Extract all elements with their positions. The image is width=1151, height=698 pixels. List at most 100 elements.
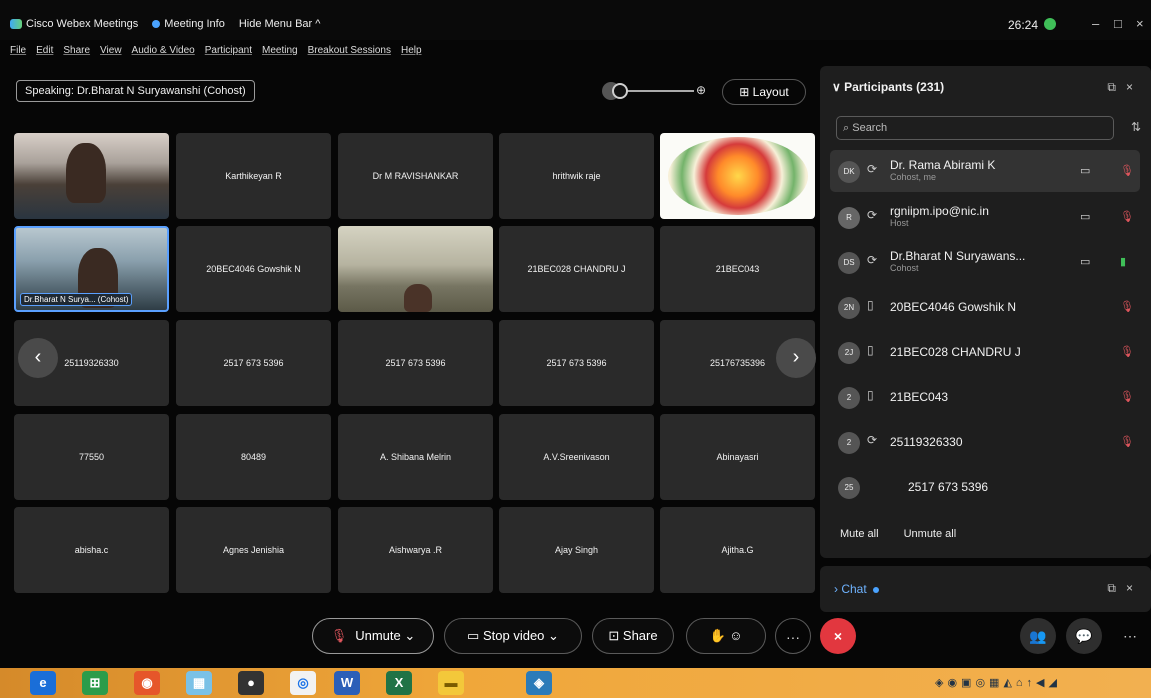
menu-audio-video[interactable]: Audio & Video	[132, 45, 195, 56]
menu-edit[interactable]: Edit	[36, 45, 53, 56]
video-tile[interactable]	[338, 226, 493, 312]
minimize-button[interactable]: –	[1092, 16, 1099, 31]
more-panels-icon[interactable]: ⋯	[1112, 618, 1148, 654]
video-tile[interactable]: 80489	[176, 414, 331, 500]
video-tile[interactable]: Karthikeyan R	[176, 133, 331, 219]
hide-menu-bar-button[interactable]: Hide Menu Bar ^	[239, 18, 321, 30]
store-icon[interactable]: ⊞	[82, 671, 108, 695]
video-tile[interactable]: 2517 673 5396	[176, 320, 331, 406]
video-tile[interactable]: 20BEC4046 Gowshik N	[176, 226, 331, 312]
video-tile-active-speaker[interactable]: Dr.Bharat N Surya... (Cohost)	[14, 226, 169, 312]
participant-row[interactable]: 25 2517 673 5396	[830, 466, 1140, 508]
participant-row[interactable]: DS ⟳ Dr.Bharat N Suryawans... Cohost ▭ ▮	[830, 241, 1140, 283]
share-button[interactable]: ⊡ Share	[592, 618, 674, 654]
chat-toggle-icon[interactable]: 💬	[1066, 618, 1102, 654]
internet-explorer-icon[interactable]: e	[30, 671, 56, 695]
video-tile[interactable]: Agnes Jenishia	[176, 507, 331, 593]
video-tile[interactable]: Ajay Singh	[499, 507, 654, 593]
participant-row[interactable]: DK ⟳ Dr. Rama Abirami K Cohost, me ▭ 🎙	[830, 150, 1140, 192]
video-tile[interactable]: 77550	[14, 414, 169, 500]
previous-page-button[interactable]: ‹	[18, 338, 58, 378]
video-tile[interactable]: Ajitha.G	[660, 507, 815, 593]
video-tile[interactable]: Dr M RAVISHANKAR	[338, 133, 493, 219]
chat-toggle[interactable]: › Chat	[834, 582, 879, 596]
menu-view[interactable]: View	[100, 45, 122, 56]
participant-role: Cohost, me	[890, 172, 937, 182]
participants-header[interactable]: ∨ Participants (231)	[832, 80, 944, 94]
video-tile[interactable]: 21BEC028 CHANDRU J	[499, 226, 654, 312]
microphone-muted-icon[interactable]: 🎙	[1120, 390, 1134, 403]
unread-dot-icon	[872, 587, 879, 593]
video-tile[interactable]: 2517 673 5396	[338, 320, 493, 406]
video-tile[interactable]	[14, 133, 169, 219]
menu-file[interactable]: File	[10, 45, 26, 56]
unmute-all-button[interactable]: Unmute all	[904, 528, 957, 540]
leave-meeting-button[interactable]: ×	[820, 618, 856, 654]
reactions-group[interactable]: ✋ ☺	[686, 618, 766, 654]
collapse-chevron-icon[interactable]: ∨	[832, 80, 841, 94]
maximize-button[interactable]: □	[1114, 16, 1122, 31]
menu-participant[interactable]: Participant	[205, 45, 252, 56]
video-tile[interactable]: hrithwik raje	[499, 133, 654, 219]
photos-icon[interactable]: ▦	[186, 671, 212, 695]
participant-row[interactable]: R ⟳ rgniipm.ipo@nic.in Host ▭ 🎙	[830, 196, 1140, 238]
system-tray[interactable]: ◈◉▣◎▦◭⌂↑◀◢	[935, 676, 1061, 689]
app-icon[interactable]: ●	[238, 671, 264, 695]
layout-button[interactable]: ⊞ Layout	[722, 79, 806, 105]
participant-row[interactable]: 2 ⟳ 25119326330 🎙	[830, 421, 1140, 463]
webex-taskbar-icon[interactable]: ◈	[526, 671, 552, 695]
meeting-info-button[interactable]: Meeting Info	[152, 18, 225, 30]
microphone-active-icon[interactable]: ▮	[1120, 255, 1126, 268]
folder-icon[interactable]: ▬	[438, 671, 464, 695]
mute-all-button[interactable]: Mute all	[840, 528, 879, 540]
excel-icon[interactable]: X	[386, 671, 412, 695]
chevron-down-icon[interactable]: ⌄	[548, 628, 559, 643]
emoji-icon[interactable]: ☺	[729, 628, 742, 643]
participant-row[interactable]: 2N ▯ 20BEC4046 Gowshik N 🎙	[830, 286, 1140, 328]
video-tile[interactable]: abisha.c	[14, 507, 169, 593]
microphone-muted-icon[interactable]: 🎙	[1120, 435, 1134, 448]
chat-panel-header[interactable]: › Chat ⧉×	[820, 566, 1151, 612]
participants-toggle-icon[interactable]: 👥	[1020, 618, 1056, 654]
menu-breakout-sessions[interactable]: Breakout Sessions	[308, 45, 391, 56]
microphone-muted-icon[interactable]: 🎙	[1120, 345, 1134, 358]
word-icon[interactable]: W	[334, 671, 360, 695]
microphone-muted-icon[interactable]: 🎙	[1120, 300, 1134, 313]
zoom-in-icon[interactable]: ⊕	[696, 83, 706, 97]
participant-search-input[interactable]: ⌕ Search	[836, 116, 1114, 140]
microphone-muted-icon[interactable]: 🎙	[1120, 164, 1134, 177]
webex-app-title[interactable]: Cisco Webex Meetings	[10, 18, 138, 30]
zoom-slider[interactable]: ⊕	[602, 80, 712, 102]
stop-video-button[interactable]: ▭ Stop video ⌄	[444, 618, 582, 654]
sort-icon[interactable]: ⇅	[1131, 120, 1141, 134]
more-options-button[interactable]: ···	[775, 618, 811, 654]
close-chat-icon[interactable]: ×	[1126, 581, 1143, 595]
video-tile[interactable]	[660, 133, 815, 219]
microphone-muted-icon: 🎙	[330, 628, 348, 643]
os-taskbar: e ⊞ ◉ ▦ ● ◎ W X ▬ ◈ ◈◉▣◎▦◭⌂↑◀◢	[0, 668, 1151, 698]
unmute-button[interactable]: 🎙 Unmute ⌄	[312, 618, 434, 654]
popout-icon[interactable]: ⧉	[1107, 80, 1126, 94]
menu-share[interactable]: Share	[63, 45, 90, 56]
video-tile[interactable]: Aishwarya .R	[338, 507, 493, 593]
zoom-track[interactable]	[622, 90, 694, 92]
menu-meeting[interactable]: Meeting	[262, 45, 298, 56]
popout-icon[interactable]: ⧉	[1107, 581, 1126, 595]
firefox-icon[interactable]: ◉	[134, 671, 160, 695]
video-tile[interactable]: 21BEC043	[660, 226, 815, 312]
raise-hand-icon[interactable]: ✋	[709, 628, 725, 643]
close-panel-icon[interactable]: ×	[1126, 80, 1143, 94]
chrome-icon[interactable]: ◎	[290, 671, 316, 695]
chevron-down-icon[interactable]: ⌄	[404, 628, 415, 643]
zoom-knob[interactable]	[612, 83, 628, 99]
video-tile[interactable]: A. Shibana Melrin	[338, 414, 493, 500]
participant-row[interactable]: 2 ▯ 21BEC043 🎙	[830, 376, 1140, 418]
video-tile[interactable]: A.V.Sreenivason	[499, 414, 654, 500]
participant-row[interactable]: 2J ▯ 21BEC028 CHANDRU J 🎙	[830, 331, 1140, 373]
next-page-button[interactable]: ›	[776, 338, 816, 378]
video-tile[interactable]: 2517 673 5396	[499, 320, 654, 406]
close-window-button[interactable]: ×	[1136, 16, 1144, 31]
microphone-muted-icon[interactable]: 🎙	[1120, 210, 1134, 223]
video-tile[interactable]: Abinayasri	[660, 414, 815, 500]
menu-help[interactable]: Help	[401, 45, 422, 56]
